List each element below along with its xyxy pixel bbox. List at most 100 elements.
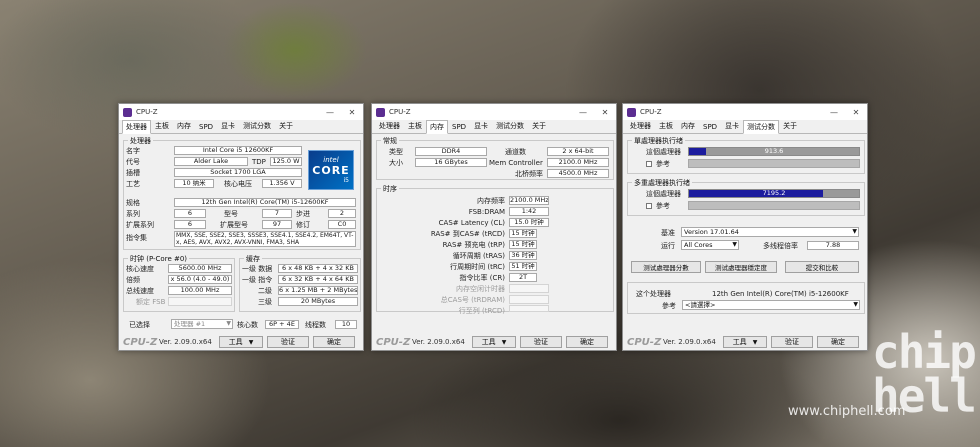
label-multiplier: 倍频 <box>126 275 140 284</box>
trcd-value: 15 时钟 <box>509 229 537 238</box>
validate-button[interactable]: 验证 <box>771 336 813 348</box>
tab-bench[interactable]: 测试分数 <box>492 119 528 133</box>
bottom-bar: CPU-Z Ver. 2.09.0.x64 工具 ▼ 验证 确定 <box>372 334 616 350</box>
cas-latency-value: 15.0 时钟 <box>509 218 549 227</box>
tab-graphics[interactable]: 显卡 <box>721 119 743 133</box>
cpuz-brand-logo: CPU-Z <box>123 336 158 348</box>
cores-value: 6P + 4E <box>265 320 299 329</box>
processor-select[interactable]: 处理器 #1 ▼ <box>171 319 233 329</box>
tools-button[interactable]: 工具 ▼ <box>472 336 516 348</box>
dram-idle-value <box>509 284 549 293</box>
tab-processor[interactable]: 处理器 <box>626 119 655 133</box>
tab-about[interactable]: 关于 <box>528 119 550 133</box>
memory-type-value: DDR4 <box>415 147 487 156</box>
tab-bar: 处理器 主板 内存 SPD 显卡 测试分数 关于 <box>623 120 867 134</box>
ok-button[interactable]: 确定 <box>817 336 859 348</box>
single-reference-bar <box>688 159 860 168</box>
label-reference: 參考 <box>662 301 676 310</box>
intel-core-i5-logo: intel CORE i5 <box>308 150 354 190</box>
minimize-button[interactable]: — <box>319 108 341 117</box>
tab-spd[interactable]: SPD <box>195 121 217 133</box>
label-l3: 三级 <box>258 297 272 306</box>
mem-controller-value: 2100.0 MHz <box>547 158 609 167</box>
tab-graphics[interactable]: 显卡 <box>217 119 239 133</box>
reference-checkbox[interactable] <box>646 160 652 167</box>
minimize-button[interactable]: — <box>572 108 594 117</box>
tools-button[interactable]: 工具 ▼ <box>723 336 767 348</box>
reference-select[interactable]: <請選擇> ▼ <box>682 300 860 310</box>
tab-bench[interactable]: 测试分数 <box>743 120 780 134</box>
ok-button[interactable]: 确定 <box>566 336 608 348</box>
group-title: 处理器 <box>128 136 153 146</box>
title-bar[interactable]: CPU-Z — ✕ <box>119 104 363 120</box>
label-selection: 已选择 <box>129 320 150 329</box>
revision-value: C0 <box>328 220 356 229</box>
tools-label: 工具 <box>228 338 243 346</box>
fsb-dram-value: 1:42 <box>509 207 549 216</box>
reference-checkbox[interactable] <box>646 202 652 209</box>
mt-ratio-value: 7.88 <box>807 241 859 250</box>
tab-spd[interactable]: SPD <box>699 121 721 133</box>
label-dram-freq: 内存频率 <box>477 196 505 205</box>
close-button[interactable]: ✕ <box>341 108 363 117</box>
tools-button[interactable]: 工具 ▼ <box>219 336 263 348</box>
spec-value: 12th Gen Intel(R) Core(TM) i5-12600KF <box>174 198 356 207</box>
label-command-rate: 指令比率 (CR) <box>459 273 505 282</box>
l3-value: 20 MBytes <box>278 297 358 306</box>
bench-cpu-button[interactable]: 测试處理器分數 <box>631 261 701 273</box>
bus-speed-value: 100.00 MHz <box>168 286 232 295</box>
tab-spd[interactable]: SPD <box>448 121 470 133</box>
chevron-down-icon: ▼ <box>852 228 857 235</box>
benchmark-version-value: Version 17.01.64 <box>684 228 739 236</box>
title-bar[interactable]: CPU-Z — ✕ <box>372 104 616 120</box>
title-bar[interactable]: CPU-Z — ✕ <box>623 104 867 120</box>
trp-value: 15 时钟 <box>509 240 537 249</box>
multi-score-value: 7195.2 <box>762 189 786 197</box>
minimize-button[interactable]: — <box>823 108 845 117</box>
label-bus-speed: 总线速度 <box>126 286 154 295</box>
window-title: CPU-Z <box>389 108 411 116</box>
window-title: CPU-Z <box>640 108 662 116</box>
tab-memory[interactable]: 内存 <box>426 120 448 134</box>
threads-select[interactable]: All Cores ▼ <box>681 240 739 250</box>
tab-memory[interactable]: 内存 <box>173 119 195 133</box>
close-button[interactable]: ✕ <box>594 108 616 117</box>
tab-mainboard[interactable]: 主板 <box>404 119 426 133</box>
label-model: 型号 <box>224 209 238 218</box>
validate-button[interactable]: 验证 <box>520 336 562 348</box>
stress-cpu-button[interactable]: 测试處理器穩定度 <box>705 261 777 273</box>
tab-graphics[interactable]: 显卡 <box>470 119 492 133</box>
label-family: 系列 <box>126 209 140 218</box>
tab-about[interactable]: 关于 <box>275 119 297 133</box>
validate-button[interactable]: 验证 <box>267 336 309 348</box>
label-spec: 规格 <box>126 198 140 207</box>
label-dram-idle: 内存空闲计时器 <box>456 284 505 293</box>
cpuz-app-icon <box>123 107 132 117</box>
label-cores: 核心数 <box>237 320 258 329</box>
submit-compare-button[interactable]: 提交和比較 <box>785 261 859 273</box>
core-speed-value: 5600.00 MHz <box>168 264 232 273</box>
benchmark-version-select[interactable]: Version 17.01.64 ▼ <box>681 227 859 237</box>
label-this-processor: 這個處理器 <box>646 189 681 198</box>
channels-value: 2 x 64-bit <box>547 147 609 156</box>
close-button[interactable]: ✕ <box>845 108 867 117</box>
tools-label: 工具 <box>732 338 747 346</box>
label-channels: 通道数 <box>505 147 526 156</box>
label-type: 类型 <box>389 147 403 156</box>
tab-bench[interactable]: 测试分数 <box>239 119 275 133</box>
chevron-down-icon: ▼ <box>732 241 737 248</box>
stepping-value: 2 <box>328 209 356 218</box>
tab-mainboard[interactable]: 主板 <box>151 119 173 133</box>
tab-bar: 处理器 主板 内存 SPD 显卡 测试分数 关于 <box>372 120 616 134</box>
tab-memory[interactable]: 内存 <box>677 119 699 133</box>
label-benchmark: 基准 <box>661 228 675 237</box>
tab-about[interactable]: 关于 <box>779 119 801 133</box>
label-trp: RAS# 预充电 (tRP) <box>442 240 505 249</box>
ok-button[interactable]: 确定 <box>313 336 355 348</box>
cpuz-brand-logo: CPU-Z <box>627 336 662 348</box>
tab-processor[interactable]: 处理器 <box>375 119 404 133</box>
memory-size-value: 16 GBytes <box>415 158 487 167</box>
tab-processor[interactable]: 处理器 <box>122 120 151 134</box>
tab-mainboard[interactable]: 主板 <box>655 119 677 133</box>
label-trcd: RAS# 到CAS# (tRCD) <box>430 229 505 238</box>
